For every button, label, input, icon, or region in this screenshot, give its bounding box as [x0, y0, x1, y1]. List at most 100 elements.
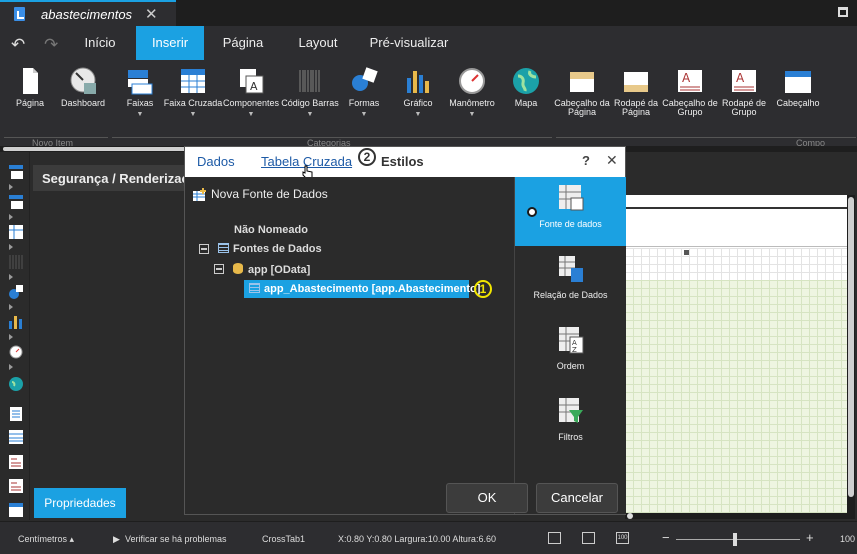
cancel-button[interactable]: Cancelar: [536, 483, 618, 513]
resize-handle[interactable]: [684, 250, 689, 255]
zoom-slider-thumb[interactable]: [733, 533, 737, 546]
cross-band-icon: [179, 66, 207, 96]
ribbon-mapa-button[interactable]: Mapa: [496, 66, 556, 108]
canvas-vertical-scrollbar[interactable]: [847, 195, 855, 515]
tab-dados[interactable]: Dados: [197, 154, 235, 169]
chevron-up-icon: ▴: [69, 534, 75, 544]
ribbon-formas-button[interactable]: Formas ▼: [334, 66, 394, 119]
close-dialog-button[interactable]: ✕: [606, 152, 618, 169]
component-name: CrossTab1: [262, 534, 306, 544]
side-relacao-de-dados-button[interactable]: Relação de Dados: [515, 248, 626, 317]
tab-pagina[interactable]: Página: [214, 26, 272, 60]
callout-badge-1: 1: [474, 280, 492, 298]
tab-inicio[interactable]: Início: [76, 26, 124, 60]
tab-pre-visualizar[interactable]: Pré-visualizar: [362, 26, 456, 60]
chevron-down-icon: ▼: [136, 111, 144, 118]
zoom-out-button[interactable]: −: [662, 530, 670, 545]
help-button[interactable]: ?: [582, 153, 590, 168]
fit-page-icon[interactable]: [548, 532, 561, 544]
ribbon-cabecalho-pagina-button[interactable]: Cabeçalho da Página: [552, 66, 612, 117]
new-datasource-button[interactable]: Nova Fonte de Dados: [193, 187, 328, 201]
gauge-icon: [458, 66, 486, 96]
expand-arrow-icon[interactable]: [9, 334, 13, 340]
ribbon-label: Cabeçalho de Grupo: [662, 98, 718, 117]
tab-layout[interactable]: Layout: [288, 26, 348, 60]
header-icon[interactable]: [9, 503, 23, 517]
position-readout: X:0.80 Y:0.80 Largura:10.00 Altura:6.60: [338, 534, 496, 544]
units-selector[interactable]: Centímetros ▴: [18, 534, 74, 545]
expand-arrow-icon[interactable]: [9, 364, 13, 370]
status-bar: Centímetros ▴ ▶ Verificar se há problema…: [0, 521, 857, 554]
side-label: Filtros: [558, 432, 583, 442]
ribbon-pagina-button[interactable]: Página: [0, 66, 60, 108]
group-footer-icon[interactable]: [9, 479, 23, 493]
scroll-thumb[interactable]: [848, 197, 854, 497]
fit-width-icon[interactable]: [582, 532, 595, 544]
ribbon-manometro-button[interactable]: Manômetro ▼: [442, 66, 502, 119]
ribbon-label: Faixas: [126, 98, 154, 108]
page-icon[interactable]: [9, 407, 23, 421]
collapse-icon[interactable]: [214, 264, 224, 274]
bands-icon[interactable]: [9, 195, 23, 209]
tab-inserir[interactable]: Inserir: [136, 26, 204, 60]
zoom-in-button[interactable]: +: [806, 530, 814, 545]
ribbon-rodape-pagina-button[interactable]: Rodapé da Página: [606, 66, 666, 117]
bands-icon[interactable]: [9, 165, 23, 179]
tree-label: app [OData]: [248, 264, 311, 276]
ribbon-componentes-button[interactable]: A Componentes ▼: [221, 66, 281, 119]
canvas-horizontal-scrollbar[interactable]: [625, 513, 855, 519]
ribbon-grafico-button[interactable]: Gráfico ▼: [388, 66, 448, 119]
barcode-icon[interactable]: [9, 255, 23, 269]
group-header-icon[interactable]: [9, 455, 23, 469]
expand-arrow-icon[interactable]: [9, 304, 13, 310]
ribbon-faixa-cruzada-button[interactable]: Faixa Cruzada ▼: [163, 66, 223, 119]
header-icon: [784, 66, 812, 96]
tree-item-app-odata[interactable]: app [OData]: [233, 263, 310, 276]
collapse-icon[interactable]: [199, 244, 209, 254]
side-fonte-de-dados-button[interactable]: Fonte de dados: [515, 177, 626, 246]
svg-text:A: A: [250, 80, 258, 93]
gauge-icon[interactable]: [9, 345, 23, 359]
group-categorias: Categorias: [112, 137, 552, 146]
ok-button[interactable]: OK: [446, 483, 528, 513]
tab-estilos[interactable]: Estilos: [381, 154, 424, 169]
ribbon-dashboard-button[interactable]: Dashboard: [53, 66, 113, 108]
canvas-grid[interactable]: [625, 248, 849, 280]
ribbon-cabecalho-grupo-button[interactable]: A Cabeçalho de Grupo: [660, 66, 720, 117]
ribbon-cabecalho-button[interactable]: Cabeçalho: [768, 66, 828, 108]
sort-icon: AZ: [558, 327, 583, 354]
tree-item-app-abastecimento[interactable]: app_Abastecimento [app.Abastecimento]: [244, 280, 480, 298]
check-issues-button[interactable]: ▶ Verificar se há problemas: [113, 534, 227, 545]
list-icon[interactable]: [9, 430, 23, 444]
ribbon-faixas-button[interactable]: Faixas ▼: [110, 66, 170, 119]
chevron-down-icon: ▼: [306, 111, 314, 118]
ribbon-label: Cabeçalho da Página: [554, 98, 610, 117]
restore-window-icon[interactable]: [838, 7, 848, 17]
expand-arrow-icon[interactable]: [9, 274, 13, 280]
tree-item-unnamed[interactable]: Não Nomeado: [234, 224, 308, 236]
document-tab[interactable]: abastecimentos ✕: [0, 0, 176, 26]
zoom-slider[interactable]: [676, 539, 800, 540]
ribbon-codigo-barras-button[interactable]: Código Barras ▼: [280, 66, 340, 119]
side-ordem-button[interactable]: AZ Ordem: [515, 319, 626, 388]
close-document-icon[interactable]: ✕: [145, 5, 158, 23]
tree-item-datasources[interactable]: Fontes de Dados: [218, 243, 322, 255]
undo-icon[interactable]: ↶: [11, 35, 25, 55]
properties-tab[interactable]: Propriedades: [34, 488, 126, 518]
crosstab-area[interactable]: [625, 280, 849, 513]
expand-arrow-icon[interactable]: [9, 214, 13, 220]
map-icon[interactable]: [9, 377, 23, 391]
chart-icon[interactable]: [9, 315, 23, 329]
expand-arrow-icon[interactable]: [9, 184, 13, 190]
cross-band-icon[interactable]: [9, 225, 23, 239]
svg-text:A: A: [736, 71, 745, 85]
side-filtros-button[interactable]: Filtros: [515, 390, 626, 459]
ribbon-rodape-grupo-button[interactable]: A Rodapé de Grupo: [714, 66, 774, 117]
expand-arrow-icon[interactable]: [9, 244, 13, 250]
canvas-header-band[interactable]: [625, 207, 849, 247]
scroll-thumb[interactable]: [627, 513, 633, 519]
zoom-100-icon[interactable]: 100: [616, 532, 629, 544]
dialog-header: Dados Tabela Cruzada 2 Estilos ? ✕: [185, 147, 625, 179]
shapes-icon[interactable]: [9, 285, 23, 299]
redo-icon[interactable]: ↷: [44, 35, 58, 55]
